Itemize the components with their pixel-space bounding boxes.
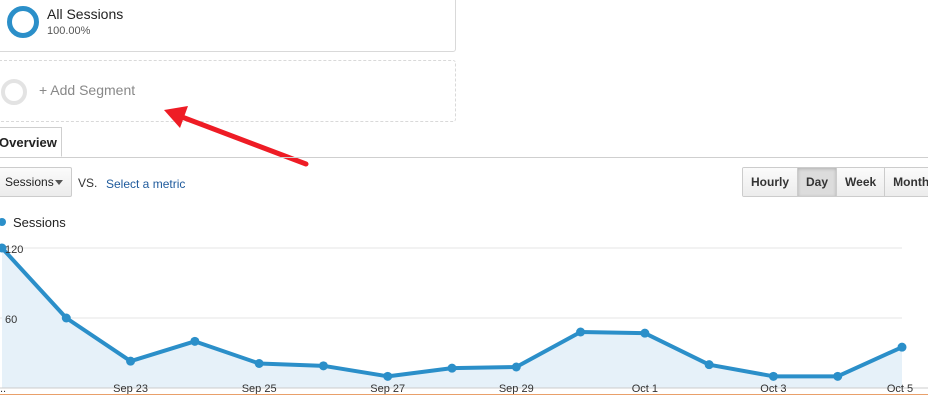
y-tick-label: 60 [5,314,17,326]
primary-metric-value: Sessions [5,175,54,189]
chevron-down-icon [55,180,63,185]
data-point [126,356,136,366]
data-point [640,328,650,338]
segment-card-all-sessions[interactable]: All Sessions 100.00% [0,0,456,52]
granularity-selector: Hourly Day Week Month [742,167,928,197]
report-tab-bar: Overview [0,127,928,158]
add-segment-button[interactable]: + Add Segment [0,60,456,122]
granularity-day-button[interactable]: Day [797,168,837,196]
empty-segment-ring-icon [1,79,27,105]
segment-name: All Sessions [47,6,124,22]
legend-series-label: Sessions [13,215,66,230]
data-point [318,361,328,371]
add-segment-label: + Add Segment [39,82,136,98]
data-point [833,371,843,381]
data-point [254,359,264,368]
granularity-month-button[interactable]: Month [884,168,928,196]
y-tick-label: 120 [5,244,23,256]
segment-percent: 100.00% [47,25,91,37]
data-point [190,336,200,346]
tab-overview[interactable]: Overview [0,127,62,157]
page-divider [0,394,928,395]
primary-metric-select[interactable]: Sessions [0,167,72,197]
vs-label: VS. [78,176,98,190]
legend-dot-icon [0,218,6,226]
sessions-line-chart: 12060.. Sep 23 Sep 25 Sep 27 Sep 29 Oct 1 Oct … [0,243,928,395]
data-point [511,362,521,372]
granularity-hourly-button[interactable]: Hourly [743,168,798,196]
data-point [897,342,907,352]
segment-donut-icon [7,6,39,38]
data-point [768,371,778,381]
data-point [447,363,457,373]
data-point [383,371,393,381]
data-point [704,360,714,370]
select-metric-link[interactable]: Select a metric [106,177,185,191]
series-line-sessions [0,246,903,379]
data-point [576,327,586,337]
granularity-week-button[interactable]: Week [836,168,885,196]
data-point [61,313,71,323]
